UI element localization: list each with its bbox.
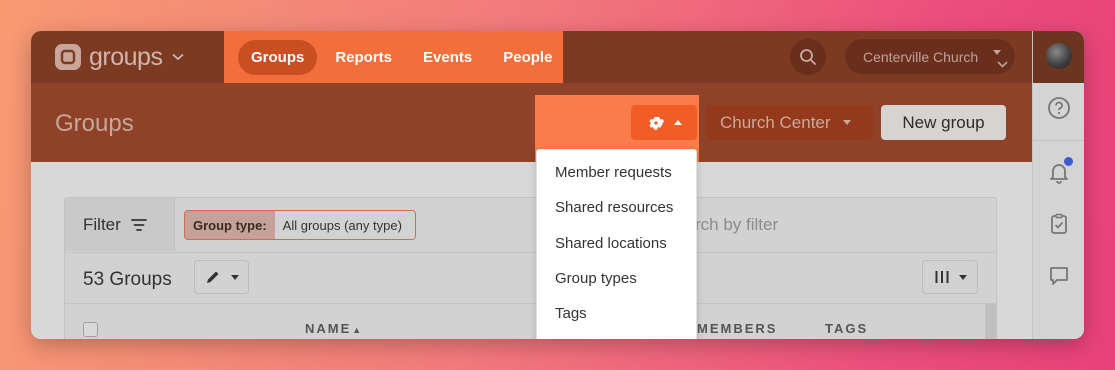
column-header-tags[interactable]: TAGS bbox=[825, 321, 868, 336]
filter-button[interactable]: Filter bbox=[65, 198, 175, 251]
church-center-button[interactable]: Church Center bbox=[706, 105, 873, 140]
chevron-down-icon bbox=[993, 50, 1008, 68]
scrollbar[interactable] bbox=[985, 304, 996, 339]
bulk-edit-button[interactable] bbox=[194, 260, 249, 294]
filter-label: Filter bbox=[83, 214, 121, 234]
filter-search-input[interactable]: rch by filter bbox=[695, 215, 778, 235]
app-window: groups Groups Reports Events People Cent… bbox=[31, 31, 1084, 339]
column-header-name[interactable]: NAME▲ bbox=[305, 321, 361, 336]
group-type-filter-chip[interactable]: Group type: All groups (any type) bbox=[184, 210, 416, 240]
search-button[interactable] bbox=[790, 39, 826, 75]
column-header-members[interactable]: MEMBERS bbox=[697, 321, 777, 336]
tab-events[interactable]: Events bbox=[410, 40, 485, 75]
pencil-icon bbox=[206, 271, 218, 283]
columns-button[interactable] bbox=[922, 260, 978, 294]
columns-icon bbox=[935, 271, 948, 283]
menu-item-member-requests[interactable]: Member requests bbox=[537, 157, 696, 192]
filter-lines-icon bbox=[130, 218, 147, 231]
chip-value: All groups (any type) bbox=[274, 211, 415, 239]
select-all-checkbox[interactable] bbox=[83, 322, 98, 337]
clipboard-check-icon[interactable] bbox=[1047, 212, 1071, 236]
new-group-button[interactable]: New group bbox=[881, 105, 1006, 140]
tab-groups[interactable]: Groups bbox=[238, 39, 318, 75]
right-rail bbox=[1032, 31, 1084, 339]
tab-reports[interactable]: Reports bbox=[322, 40, 405, 75]
menu-item-tags[interactable]: Tags bbox=[537, 298, 696, 333]
group-count: 53 Groups bbox=[83, 269, 172, 290]
chevron-down-icon bbox=[172, 48, 185, 66]
groups-logo-icon bbox=[55, 44, 81, 70]
sort-asc-icon: ▲ bbox=[352, 325, 362, 335]
menu-item-group-types[interactable]: Group types bbox=[537, 263, 696, 298]
settings-button[interactable] bbox=[631, 105, 697, 140]
chevron-down-icon bbox=[842, 120, 851, 125]
chevron-down-icon bbox=[958, 274, 967, 280]
menu-item-shared-resources[interactable]: Shared resources bbox=[537, 192, 696, 227]
search-icon bbox=[800, 49, 816, 65]
user-avatar[interactable] bbox=[1046, 43, 1072, 69]
page-header: Groups Church Center New group bbox=[31, 83, 1032, 162]
organization-name: Centerville Church bbox=[863, 48, 979, 65]
menu-item-shared-locations[interactable]: Shared locations bbox=[537, 228, 696, 263]
groups-table-card: Filter Group type: All groups (any type)… bbox=[64, 197, 997, 339]
notification-badge bbox=[1063, 156, 1074, 167]
chat-icon[interactable] bbox=[1047, 264, 1071, 288]
help-icon[interactable] bbox=[1047, 96, 1071, 120]
settings-dropdown-menu: Member requests Shared resources Shared … bbox=[536, 149, 697, 339]
gear-icon bbox=[648, 116, 664, 130]
tab-people[interactable]: People bbox=[490, 40, 565, 75]
church-center-label: Church Center bbox=[720, 112, 831, 132]
app-name: groups bbox=[89, 42, 163, 71]
chevron-up-icon bbox=[673, 120, 682, 125]
top-nav-bar: groups Groups Reports Events People Cent… bbox=[31, 31, 1032, 83]
app-switcher[interactable]: groups bbox=[55, 42, 185, 72]
organization-switcher[interactable]: Centerville Church bbox=[845, 39, 1015, 74]
main-nav-tabs: Groups Reports Events People bbox=[224, 31, 563, 83]
chevron-down-icon bbox=[230, 274, 239, 280]
main-content: Filter Group type: All groups (any type)… bbox=[31, 162, 1032, 339]
page-title: Groups bbox=[55, 110, 134, 137]
chip-key: Group type: bbox=[185, 211, 275, 239]
